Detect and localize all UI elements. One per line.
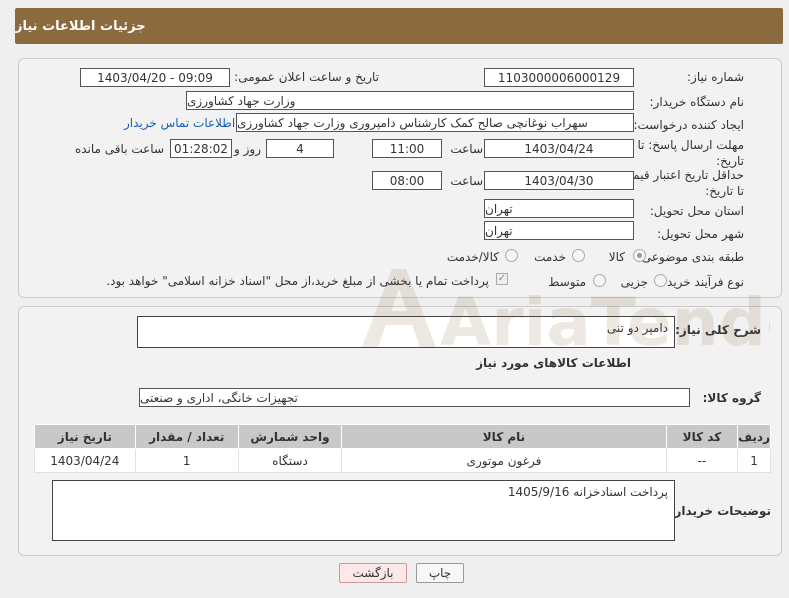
treasury-payment-checkbox[interactable]: ✓ bbox=[496, 273, 508, 285]
creator-label: ایجاد کننده درخواست: bbox=[633, 118, 744, 132]
col-qty-header: تعداد / مقدار bbox=[134, 424, 239, 449]
buyer-notes-textarea[interactable]: پرداخت اسنادخزانه 1405/9/16 bbox=[52, 480, 675, 541]
process-partial-label: جزیی bbox=[620, 275, 648, 289]
back-button[interactable]: بازگشت bbox=[339, 563, 407, 583]
need-number-field: 1103000006000129 bbox=[484, 68, 634, 87]
print-button[interactable]: چاپ bbox=[416, 563, 464, 583]
cell-name: فرغون موتوری bbox=[341, 448, 667, 473]
days-label: روز و bbox=[234, 142, 261, 156]
col-row-header: ردیف bbox=[737, 424, 771, 449]
table-header-row: ردیف کد کالا نام کالا واحد شمارش تعداد /… bbox=[34, 424, 771, 449]
col-date-header: تاریخ نیاز bbox=[34, 424, 136, 449]
cell-unit: دستگاه bbox=[237, 448, 343, 473]
remaining-label: ساعت باقی مانده bbox=[74, 142, 164, 156]
province-field: تهران bbox=[484, 199, 634, 218]
page-header: جزئیات اطلاعات نیاز bbox=[15, 8, 783, 44]
col-code-header: کد کالا bbox=[665, 424, 739, 449]
creator-field: سهراب نوغانچی صالح کمک کارشناس دامپروری … bbox=[236, 113, 634, 132]
cell-date: 1403/04/24 bbox=[34, 448, 136, 473]
deadline-time-label: ساعت bbox=[450, 142, 483, 156]
cell-qty: 1 bbox=[134, 448, 239, 473]
goods-table: ردیف کد کالا نام کالا واحد شمارش تعداد /… bbox=[34, 424, 771, 473]
payment-note: پرداخت تمام یا بخشی از مبلغ خرید،از محل … bbox=[106, 274, 489, 288]
page-title: جزئیات اطلاعات نیاز bbox=[15, 18, 146, 34]
validity-time-field: 08:00 bbox=[372, 171, 442, 190]
deadline-date-field: 1403/04/24 bbox=[484, 139, 634, 158]
cell-row: 1 bbox=[737, 448, 771, 473]
goods-group-field: تجهیزات خانگی، اداری و صنعتی bbox=[139, 388, 690, 407]
process-partial-radio[interactable] bbox=[654, 274, 667, 287]
goods-group-label: گروه کالا: bbox=[702, 391, 761, 405]
category-both-radio[interactable] bbox=[505, 249, 518, 262]
deadline-label: مهلت ارسال پاسخ: تا تاریخ: bbox=[637, 138, 744, 168]
process-medium-label: متوسط bbox=[548, 275, 586, 289]
buyer-field: وزارت جهاد کشاورزی bbox=[186, 91, 634, 110]
province-label: استان محل تحویل: bbox=[649, 204, 744, 218]
goods-info-title: اطلاعات کالاهای مورد نیاز bbox=[476, 356, 631, 370]
category-label: طبقه بندی موضوعی: bbox=[637, 250, 744, 264]
validity-date-field: 1403/04/30 bbox=[484, 171, 634, 190]
deadline-time-field: 11:00 bbox=[372, 139, 442, 158]
process-label: نوع فرآیند خرید : bbox=[659, 275, 744, 289]
need-number-label: شماره نیاز: bbox=[687, 70, 744, 84]
category-service-radio[interactable] bbox=[572, 249, 585, 262]
category-goods-radio[interactable] bbox=[633, 249, 646, 262]
process-medium-radio[interactable] bbox=[593, 274, 606, 287]
city-field: تهران bbox=[484, 221, 634, 240]
days-field: 4 bbox=[266, 139, 334, 158]
validity-time-label: ساعت bbox=[450, 174, 483, 188]
cell-code: -- bbox=[665, 448, 739, 473]
category-both-label: کالا/خدمت bbox=[446, 250, 499, 264]
buyer-contact-link[interactable]: اطلاعات تماس خریدار bbox=[124, 116, 235, 130]
buyer-label: نام دستگاه خریدار: bbox=[649, 95, 745, 109]
city-label: شهر محل تحویل: bbox=[657, 227, 744, 241]
announce-field: 1403/04/20 - 09:09 bbox=[80, 68, 230, 87]
col-unit-header: واحد شمارش bbox=[237, 424, 343, 449]
table-row[interactable]: 1 -- فرغون موتوری دستگاه 1 1403/04/24 bbox=[34, 448, 771, 473]
col-name-header: نام کالا bbox=[341, 424, 667, 449]
buyer-notes-label: توضیحات خریدار: bbox=[669, 504, 771, 518]
remaining-time-field: 01:28:02 bbox=[170, 139, 232, 158]
description-label: شرح کلی نیاز: bbox=[675, 323, 761, 337]
announce-label: تاریخ و ساعت اعلان عمومی: bbox=[234, 70, 379, 84]
category-service-label: خدمت bbox=[534, 250, 566, 264]
category-goods-label: کالا bbox=[608, 250, 625, 264]
description-textarea[interactable]: دامپر دو تنی bbox=[137, 316, 675, 348]
